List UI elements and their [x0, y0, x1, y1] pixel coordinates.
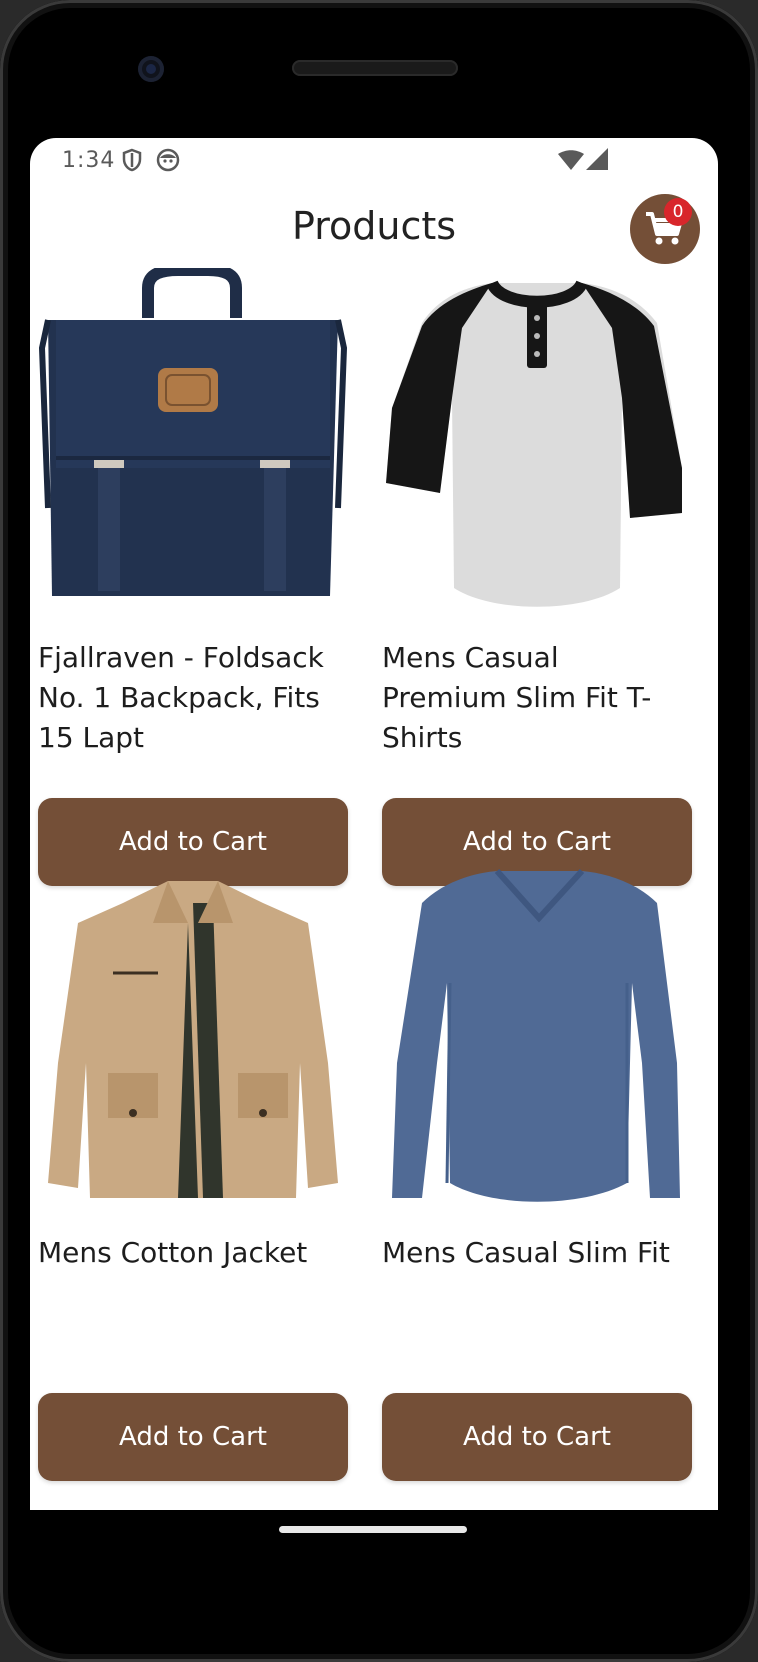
product-title: Mens Cotton Jacket — [38, 1236, 308, 1269]
product-image-jacket[interactable] — [38, 863, 348, 1213]
home-indicator[interactable] — [279, 1526, 467, 1533]
app-screen: 1:34 Products 0 Fjallraven - Foldsack No… — [30, 138, 718, 1510]
product-image-longsleeve[interactable] — [382, 863, 692, 1213]
earpiece-speaker — [292, 60, 458, 76]
phone-frame: 1:34 Products 0 Fjallraven - Foldsack No… — [0, 0, 758, 1662]
product-title: Fjallraven - Foldsack No. 1 Backpack, Fi… — [38, 641, 324, 754]
product-image-backpack[interactable] — [38, 268, 348, 618]
front-camera — [138, 56, 164, 82]
add-to-cart-button[interactable]: Add to Cart — [38, 1393, 348, 1481]
product-title: Mens Casual Premium Slim Fit T-Shirts — [382, 641, 652, 754]
status-bar: 1:34 — [30, 138, 718, 182]
add-to-cart-button[interactable]: Add to Cart — [382, 1393, 692, 1481]
cart-button[interactable]: 0 — [630, 194, 700, 264]
signal-icon — [586, 148, 608, 174]
status-time: 1:34 — [62, 148, 116, 173]
wifi-icon — [558, 150, 584, 174]
cart-count-badge: 0 — [664, 198, 692, 226]
page-title: Products — [291, 204, 457, 248]
product-title: Mens Casual Slim Fit — [382, 1236, 670, 1269]
face-icon — [156, 148, 180, 176]
product-image-tshirt[interactable] — [382, 268, 692, 618]
shield-icon — [122, 148, 142, 176]
